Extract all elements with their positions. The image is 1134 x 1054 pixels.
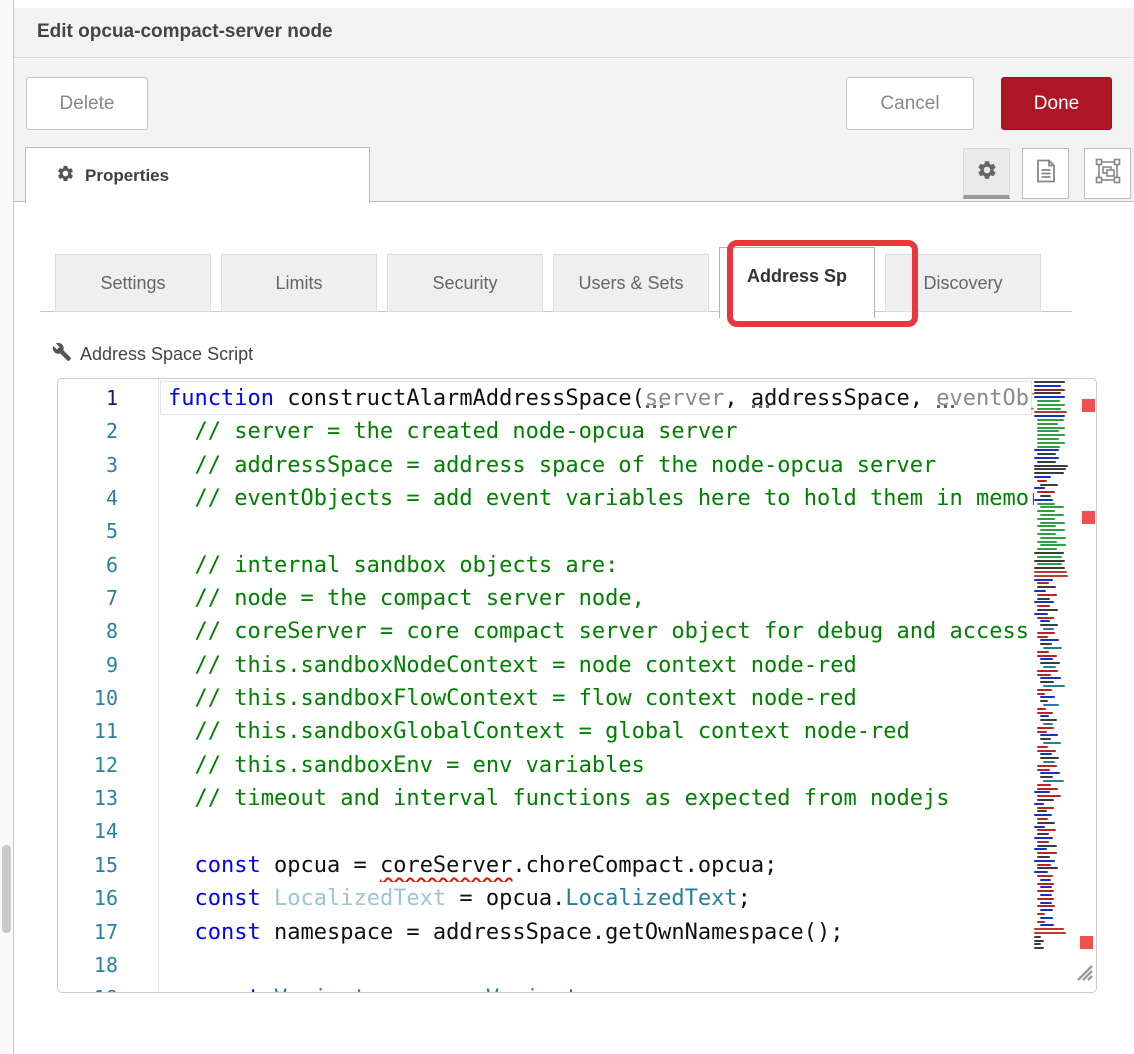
code-line[interactable]: 14 [58,815,1034,848]
line-number: 19 [58,982,118,993]
line-number: 15 [58,849,118,882]
code-text: // node = the compact server node, [168,582,1034,615]
tab-properties[interactable]: Properties [25,147,370,203]
description-icon-button[interactable] [1022,148,1069,199]
code-line[interactable]: 8 // coreServer = core compact server ob… [58,615,1034,648]
code-line[interactable]: 6 // internal sandbox objects are: [58,549,1034,582]
code-text: // eventObjects = add event variables he… [168,482,1034,515]
code-text: function constructAlarmAddressSpace(serv… [168,382,1034,415]
line-number: 18 [58,949,118,982]
code-line[interactable]: 10 // this.sandboxFlowContext = flow con… [58,682,1034,715]
line-number: 9 [58,649,118,682]
line-number: 12 [58,749,118,782]
error-marker[interactable] [1082,399,1095,412]
appearance-icon-button[interactable] [1084,148,1131,199]
code-line[interactable]: 15 const opcua = coreServer.choreCompact… [58,849,1034,882]
section-label: Address Space Script [52,342,253,367]
delete-button[interactable]: Delete [26,77,148,130]
tab-settings[interactable]: Settings [55,254,211,312]
edit-node-dialog: Edit opcua-compact-server node Delete Ca… [0,0,1134,1054]
tab-address-space[interactable]: Address Sp [719,247,875,318]
minimap[interactable] [1034,381,1071,951]
code-text: const opcua = coreServer.choreCompact.op… [168,849,1034,882]
line-number: 4 [58,482,118,515]
code-line[interactable]: 2 // server = the created node-opcua ser… [58,415,1034,448]
line-number: 2 [58,415,118,448]
line-number: 7 [58,582,118,615]
code-line[interactable]: 16 const LocalizedText = opcua.Localized… [58,882,1034,915]
line-number: 3 [58,449,118,482]
line-number: 11 [58,715,118,748]
code-line[interactable]: 12 // this.sandboxEnv = env variables [58,749,1034,782]
code-line[interactable]: 17 const namespace = addressSpace.getOwn… [58,916,1034,949]
error-marker[interactable] [1082,511,1095,524]
code-text [168,815,1034,848]
page-scrollbar-track[interactable] [0,0,13,1054]
tab-discovery[interactable]: Discovery [885,254,1041,312]
code-line[interactable]: 9 // this.sandboxNodeContext = node cont… [58,649,1034,682]
selection-frame-icon [1095,158,1121,189]
line-number: 16 [58,882,118,915]
code-text: // addressSpace = address space of the n… [168,449,1034,482]
code-text: const Variant = opcua.Variant; [168,982,1034,993]
cancel-button[interactable]: Cancel [846,77,974,130]
line-number: 1 [58,382,118,415]
code-text [168,949,1034,982]
line-number: 17 [58,916,118,949]
line-number: 13 [58,782,118,815]
dialog-title: Edit opcua-compact-server node [37,21,333,43]
code-text: // this.sandboxEnv = env variables [168,749,1034,782]
code-text: const namespace = addressSpace.getOwnNam… [168,916,1034,949]
code-lines[interactable]: 1 function constructAlarmAddressSpace(ser… [58,382,1034,993]
code-text: // this.sandboxFlowContext = flow contex… [168,682,1034,715]
code-text: // this.sandboxNodeContext = node contex… [168,649,1034,682]
code-line[interactable]: 13 // timeout and interval functions as … [58,782,1034,815]
gear-icon [976,159,998,186]
code-text: // server = the created node-opcua serve… [168,415,1034,448]
done-button[interactable]: Done [1001,77,1112,130]
dialog-header: Edit opcua-compact-server node [14,8,1134,58]
line-number: 10 [58,682,118,715]
code-text: // this.sandboxGlobalContext = global co… [168,715,1034,748]
line-number: 6 [58,549,118,582]
gear-icon [26,164,75,188]
page-scrollbar-thumb[interactable] [2,845,11,933]
code-text: // internal sandbox objects are: [168,549,1034,582]
code-text: const LocalizedText = opcua.LocalizedTex… [168,882,1034,915]
code-line[interactable]: 19 const Variant = opcua.Variant; [58,982,1034,993]
code-line[interactable]: 1 function constructAlarmAddressSpace(ser… [58,382,1034,415]
code-line[interactable]: 4 // eventObjects = add event variables … [58,482,1034,515]
code-editor[interactable]: 1 function constructAlarmAddressSpace(ser… [57,378,1097,993]
code-line[interactable]: 18 [58,949,1034,982]
tab-properties-label: Properties [85,166,169,186]
code-line[interactable]: 7 // node = the compact server node, [58,582,1034,615]
section-label-text: Address Space Script [80,344,253,365]
resize-grip-icon[interactable] [1074,962,1094,986]
code-text: // timeout and interval functions as exp… [168,782,1034,815]
document-icon [1035,159,1057,188]
code-text: // coreServer = core compact server obje… [168,615,1034,648]
line-number: 8 [58,615,118,648]
wrench-icon [52,342,72,367]
error-marker[interactable] [1080,936,1093,949]
code-text [168,515,1034,548]
properties-icon-button[interactable] [963,148,1010,199]
code-line[interactable]: 3 // addressSpace = address space of the… [58,449,1034,482]
tab-users-sets[interactable]: Users & Sets [553,254,709,312]
tab-limits[interactable]: Limits [221,254,377,312]
line-number: 5 [58,515,118,548]
dialog-toolbar: Delete Cancel Done Properties [14,59,1134,202]
tab-security[interactable]: Security [387,254,543,312]
code-line[interactable]: 5 [58,515,1034,548]
code-line[interactable]: 11 // this.sandboxGlobalContext = global… [58,715,1034,748]
line-number: 14 [58,815,118,848]
